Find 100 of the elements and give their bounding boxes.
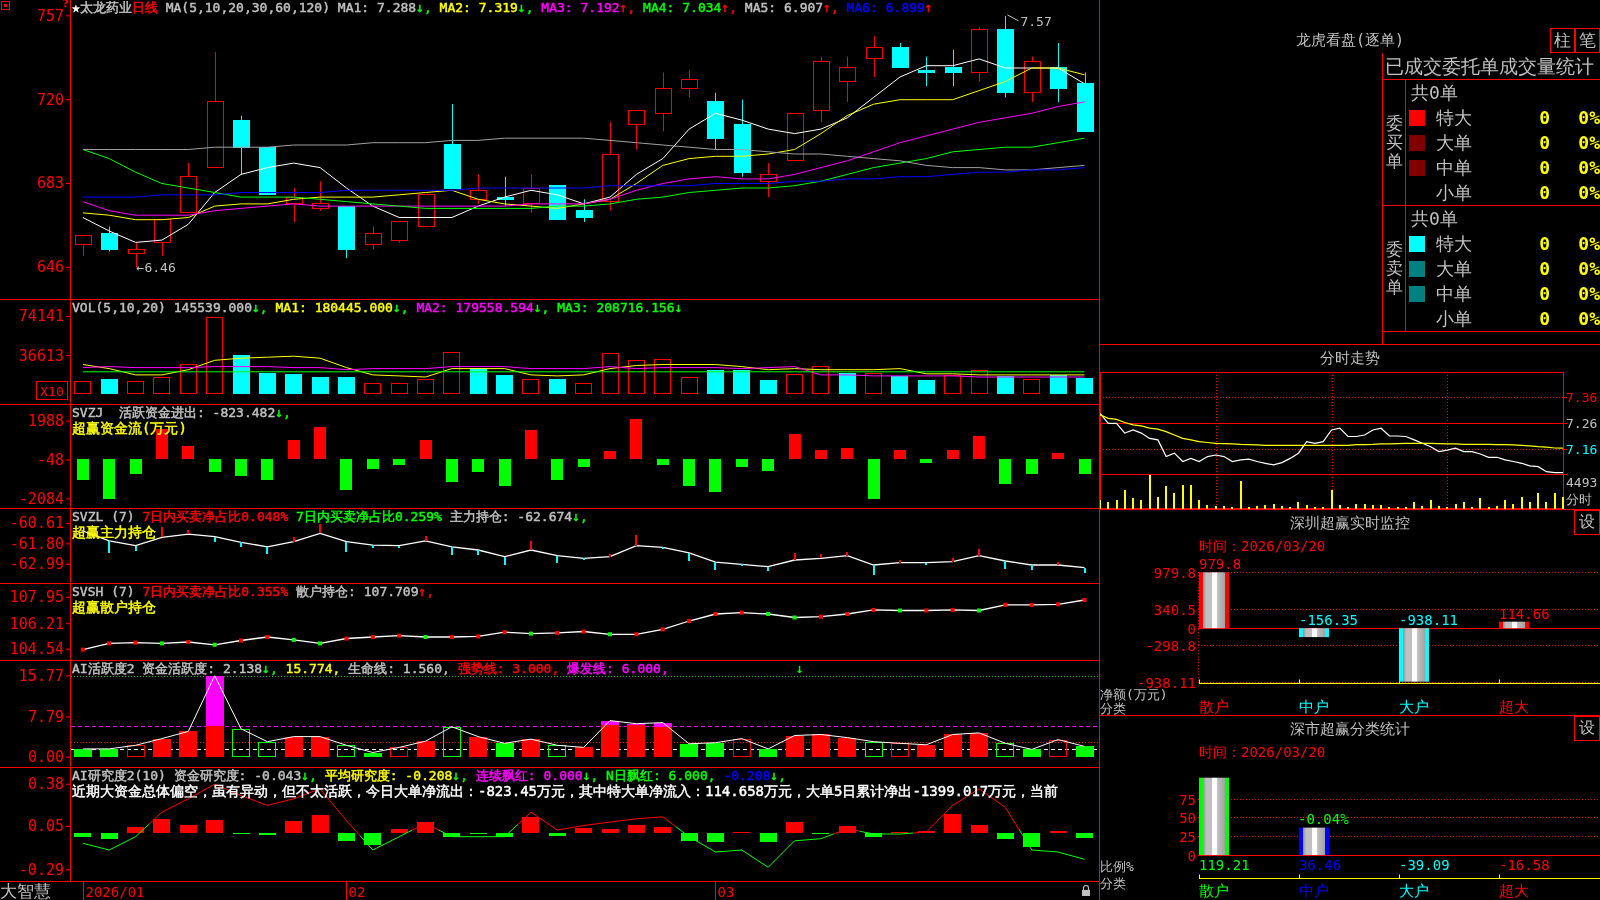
indicator-label: MA2: 7.319 bbox=[438, 0, 518, 15]
category-label: 大户 bbox=[1399, 882, 1429, 900]
axis-tick-label: 0 bbox=[1187, 620, 1196, 637]
value-label: -39.09 bbox=[1399, 857, 1450, 873]
trend-arrow: ↓, bbox=[252, 300, 268, 315]
axis-tick-label: 74141 bbox=[18, 307, 64, 326]
indicator-label: -0.208 bbox=[722, 768, 771, 783]
order-size-label: 小单 bbox=[1436, 306, 1472, 331]
trend-arrow: ↑, bbox=[619, 0, 636, 15]
indicator-label: MA3: 208716.156 bbox=[556, 300, 675, 315]
axis-tick-label: 979.8 bbox=[1153, 564, 1196, 581]
axis-tick-label: 7.26 bbox=[1566, 415, 1598, 431]
order-total: 共0单 bbox=[1411, 82, 1458, 103]
indicator-label: 15.774, bbox=[284, 661, 341, 676]
timestamp-label: 时间：2026/03/20 bbox=[1199, 538, 1326, 554]
category-label: 超大 bbox=[1499, 698, 1529, 715]
order-size-label: 中单 bbox=[1436, 281, 1472, 306]
indicator-label: 日线 bbox=[131, 0, 158, 15]
price-annotation: ←6.46 bbox=[136, 259, 176, 275]
axis-title: 分类 bbox=[1100, 700, 1126, 715]
value-label: 119.21 bbox=[1199, 857, 1250, 873]
date-axis-label: 03 bbox=[717, 883, 735, 900]
trend-arrow: ↓, bbox=[262, 661, 278, 676]
axis-tick-label: 0.38 bbox=[27, 775, 64, 794]
trend-arrow: ↑, bbox=[721, 0, 737, 15]
category-label: 散户 bbox=[1199, 698, 1229, 715]
axis-tick-label: 36613 bbox=[18, 346, 64, 365]
panel-title: 龙虎看盘(逐单) bbox=[1295, 31, 1405, 50]
axis-tick-label: -298.8 bbox=[1145, 637, 1196, 654]
indicator-label: SVSH (7) bbox=[72, 584, 135, 599]
group-label: 委卖单 bbox=[1385, 240, 1403, 297]
value-label: -16.58 bbox=[1499, 857, 1550, 873]
order-size-label: 特大 bbox=[1436, 105, 1472, 130]
axis-title: 分类 bbox=[1100, 875, 1126, 891]
axis-tick-label: 720 bbox=[36, 90, 64, 109]
trend-arrow: ↓, bbox=[301, 768, 317, 783]
change-annotation: -0.04% bbox=[1298, 810, 1349, 827]
order-share: 0% bbox=[1578, 233, 1600, 254]
indicator-label: MA6: 6.899 bbox=[845, 0, 925, 15]
order-share: 0% bbox=[1578, 157, 1600, 178]
axis-title: 比例% bbox=[1100, 858, 1134, 874]
axis-tick-label: 107.95 bbox=[9, 588, 64, 607]
order-size-label: 中单 bbox=[1436, 155, 1472, 180]
axis-tick-label: -0.29 bbox=[18, 860, 64, 879]
order-share: 0% bbox=[1578, 308, 1600, 329]
indicator-label: ★ bbox=[72, 0, 80, 15]
value-label: 114.66 bbox=[1499, 605, 1550, 622]
axis-tick-label: 0 bbox=[1187, 847, 1196, 864]
indicator-label: SVZL (7) bbox=[72, 509, 135, 524]
indicator-label: 连续飘红: 0.000 bbox=[474, 768, 583, 783]
trend-arrow: ↓, bbox=[533, 300, 550, 315]
indicator-label: 平均研究度: -0.208 bbox=[323, 768, 453, 783]
axis-tick-label: 1988 bbox=[27, 412, 64, 431]
axis-tick-label: -61.80 bbox=[9, 534, 64, 553]
indicator-label: 7日内买卖净占比0.048% bbox=[141, 509, 289, 524]
date-axis-label: 2026/01 bbox=[85, 883, 145, 900]
indicator-label: 强势线: 3.000, bbox=[456, 661, 560, 676]
axis-tick-label: 646 bbox=[36, 258, 64, 277]
trend-arrow: ↓, bbox=[392, 300, 409, 315]
trend-arrow: ↑, bbox=[418, 584, 435, 599]
price-annotation: 7.57 bbox=[1020, 14, 1052, 30]
indicator-label: 太龙药业 bbox=[79, 0, 132, 15]
order-size-label: 特大 bbox=[1436, 231, 1472, 256]
axis-tick-label: 757 bbox=[36, 6, 64, 25]
order-count: 0 bbox=[1539, 308, 1550, 329]
order-count: 0 bbox=[1539, 107, 1550, 128]
axis-tick-label: -60.61 bbox=[9, 514, 64, 533]
order-share: 0% bbox=[1578, 182, 1600, 203]
group-label: 委买单 bbox=[1385, 114, 1403, 171]
axis-tick-label: 75 bbox=[1179, 791, 1196, 808]
indicator-label: MA2: 179558.594 bbox=[415, 300, 534, 315]
indicator-label: MA1: 180445.000 bbox=[274, 300, 393, 315]
indicator-label: 7日内买卖净占比0.355% bbox=[141, 584, 289, 599]
order-count: 0 bbox=[1539, 182, 1550, 203]
order-count: 0 bbox=[1539, 157, 1550, 178]
category-label: 大户 bbox=[1399, 698, 1429, 715]
order-size-label: 大单 bbox=[1436, 130, 1472, 155]
indicator-label: 超赢散户持仓 bbox=[72, 599, 156, 615]
brand-label: 大智慧 bbox=[0, 882, 51, 900]
axis-tick-label: 0.05 bbox=[27, 817, 64, 836]
order-total: 共0单 bbox=[1411, 208, 1458, 229]
order-share: 0% bbox=[1578, 132, 1600, 153]
category-label: 散户 bbox=[1199, 882, 1229, 900]
scale-badge: X10 bbox=[36, 381, 68, 400]
axis-tick-label: 15.77 bbox=[18, 666, 64, 685]
axis-tick-label: 50 bbox=[1179, 809, 1196, 826]
trend-arrow: ↓, bbox=[452, 768, 468, 783]
order-share: 0% bbox=[1578, 258, 1600, 279]
indicator-label: 7日内买卖净占比0.259% bbox=[295, 509, 442, 524]
trend-arrow: ↓, bbox=[275, 405, 291, 420]
indicator-label: 生命线: 1.560, bbox=[347, 661, 450, 676]
trend-arrow: ↑, bbox=[823, 0, 839, 15]
axis-tick-label: 25 bbox=[1179, 828, 1196, 845]
indicator-label: 散户持仓: 107.709 bbox=[295, 584, 419, 599]
order-count: 0 bbox=[1539, 233, 1550, 254]
axis-title: 分时 bbox=[1566, 491, 1592, 507]
indicator-label: MA5: 6.907 bbox=[743, 0, 824, 15]
panel-title: 深圳超赢实时监控 bbox=[1290, 513, 1410, 533]
value-label: 36.46 bbox=[1299, 857, 1342, 873]
value-label: -156.35 bbox=[1299, 612, 1358, 629]
